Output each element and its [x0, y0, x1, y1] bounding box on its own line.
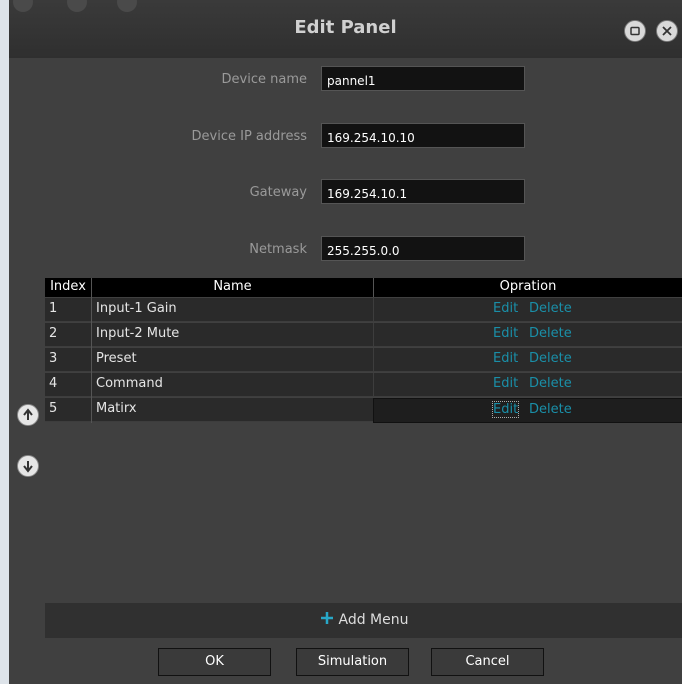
- table-header: Index Name Opration: [45, 278, 682, 297]
- table-row[interactable]: 4 Command Edit Delete: [45, 373, 682, 397]
- move-up-button[interactable]: [17, 404, 39, 426]
- table-row[interactable]: 1 Input-1 Gain Edit Delete: [45, 298, 682, 322]
- device-ip-label: Device IP address: [191, 129, 307, 144]
- move-down-button[interactable]: [17, 455, 39, 477]
- row-operation-cell: Edit Delete: [373, 348, 682, 371]
- column-header-index[interactable]: Index: [45, 279, 91, 294]
- device-ip-input[interactable]: [321, 123, 525, 148]
- delete-link[interactable]: Delete: [529, 301, 572, 316]
- delete-link[interactable]: Delete: [529, 402, 572, 417]
- plus-icon: [320, 612, 333, 624]
- arrow-down-icon: [23, 461, 33, 473]
- row-index: 5: [49, 401, 58, 416]
- edit-link[interactable]: Edit: [493, 301, 518, 316]
- row-operation-cell: Edit Delete: [373, 323, 682, 346]
- window-title: Edit Panel: [294, 17, 397, 38]
- row-index: 3: [49, 351, 58, 366]
- delete-link[interactable]: Delete: [529, 376, 572, 391]
- table-row-selected[interactable]: 5 Matirx Edit Delete: [45, 398, 682, 423]
- row-index: 4: [49, 376, 58, 391]
- row-operation-cell: Edit Delete: [373, 298, 682, 321]
- gateway-input[interactable]: [321, 179, 525, 204]
- edit-link[interactable]: Edit: [493, 351, 518, 366]
- edit-link[interactable]: Edit: [491, 401, 520, 418]
- column-header-operation[interactable]: Opration: [374, 279, 682, 294]
- row-name: Command: [96, 376, 163, 391]
- row-name: Preset: [96, 351, 137, 366]
- netmask-input[interactable]: [321, 236, 525, 261]
- delete-link[interactable]: Delete: [529, 326, 572, 341]
- gateway-label: Gateway: [249, 185, 307, 200]
- maximize-button[interactable]: [624, 20, 646, 42]
- close-button[interactable]: [656, 20, 678, 42]
- row-name: Input-2 Mute: [96, 326, 180, 341]
- row-operation-cell: Edit Delete: [373, 373, 682, 396]
- netmask-label: Netmask: [249, 242, 307, 257]
- row-index: 2: [49, 326, 58, 341]
- row-name: Matirx: [96, 401, 137, 416]
- edit-panel-dialog: Edit Panel Device name Device IP address…: [9, 0, 682, 684]
- delete-link[interactable]: Delete: [529, 351, 572, 366]
- close-icon: [662, 26, 672, 36]
- arrow-up-icon: [23, 408, 33, 420]
- table-row[interactable]: 3 Preset Edit Delete: [45, 348, 682, 372]
- cancel-button[interactable]: Cancel: [431, 648, 544, 676]
- maximize-icon: [630, 26, 640, 36]
- title-bar[interactable]: Edit Panel: [9, 0, 682, 58]
- add-menu-button[interactable]: Add Menu: [45, 603, 682, 638]
- row-name: Input-1 Gain: [96, 301, 177, 316]
- column-divider: [91, 278, 92, 423]
- background-circle-icon: [13, 0, 33, 12]
- background-circle-icon: [67, 0, 87, 12]
- menu-table: Index Name Opration 1 Input-1 Gain Edit …: [45, 278, 682, 638]
- table-row[interactable]: 2 Input-2 Mute Edit Delete: [45, 323, 682, 347]
- add-menu-label: Add Menu: [338, 612, 409, 628]
- device-name-label: Device name: [221, 72, 307, 87]
- edit-link[interactable]: Edit: [493, 326, 518, 341]
- column-divider: [373, 278, 374, 297]
- column-header-name[interactable]: Name: [92, 279, 373, 294]
- background-circle-icon: [117, 0, 137, 12]
- edit-link[interactable]: Edit: [493, 376, 518, 391]
- simulation-button[interactable]: Simulation: [296, 648, 409, 676]
- device-name-input[interactable]: [321, 66, 525, 91]
- row-operation-cell: Edit Delete: [373, 398, 682, 423]
- row-index: 1: [49, 301, 58, 316]
- ok-button[interactable]: OK: [158, 648, 271, 676]
